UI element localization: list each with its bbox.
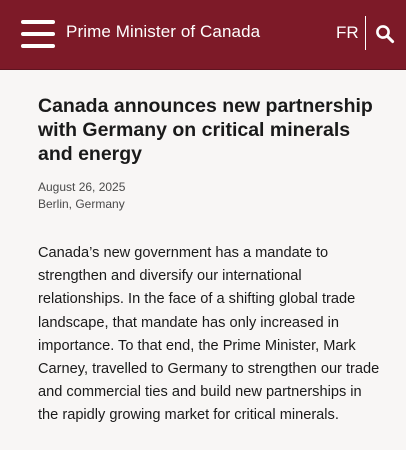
header-divider: [365, 16, 366, 50]
article-date: August 26, 2025: [38, 180, 126, 194]
article-title: Canada announces new partnership with Ge…: [38, 95, 373, 165]
menu-bar-bottom: [21, 44, 55, 48]
article: Canada announces new partnership with Ge…: [38, 94, 383, 428]
article-location: Berlin, Germany: [38, 197, 125, 211]
site-title-link[interactable]: Prime Minister of Canada: [66, 22, 260, 42]
search-icon[interactable]: [375, 24, 395, 44]
menu-bar-top: [21, 20, 55, 24]
article-body-paragraph: Canada’s new government has a mandate to…: [38, 245, 380, 424]
language-toggle-link[interactable]: FR: [336, 23, 359, 43]
menu-bar-middle: [21, 32, 55, 36]
hamburger-menu-icon[interactable]: [21, 20, 57, 48]
site-header: Prime Minister of Canada FR: [0, 0, 406, 70]
article-meta: August 26, 2025 Berlin, Germany: [38, 179, 383, 213]
